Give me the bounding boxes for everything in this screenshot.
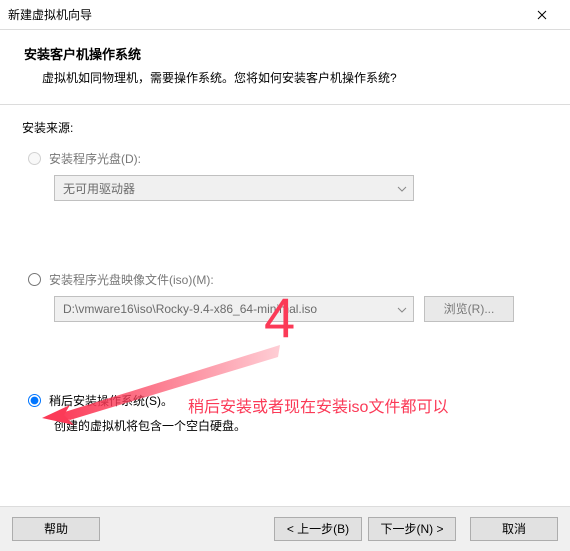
radio-later-label: 稍后安装操作系统(S) [49,392,173,409]
page-title: 安装客户机操作系统 [24,44,546,63]
chevron-down-icon [397,302,407,316]
iso-path-row: D:\vmware16\iso\Rocky-9.4-x86_64-minimal… [54,296,548,322]
disc-dropdown-row: 无可用驱动器 [54,175,548,201]
disc-dropdown[interactable]: 无可用驱动器 [54,175,414,201]
radio-iso[interactable] [28,273,41,286]
radio-iso-label: 安装程序光盘映像文件(iso)(M): [49,271,214,288]
close-icon [537,10,547,20]
iso-path-dropdown[interactable]: D:\vmware16\iso\Rocky-9.4-x86_64-minimal… [54,296,414,322]
back-button[interactable]: < 上一步(B) [274,517,362,541]
page-description: 虚拟机如同物理机，需要操作系统。您将如何安装客户机操作系统? [24,69,546,86]
next-button[interactable]: 下一步(N) > [368,517,456,541]
wizard-footer: 帮助 < 上一步(B) 下一步(N) > 取消 [0,506,570,551]
browse-button[interactable]: 浏览(R)... [424,296,514,322]
titlebar: 新建虚拟机向导 [0,0,570,30]
radio-disc-row: 安装程序光盘(D): [28,150,548,167]
radio-later[interactable] [28,394,41,407]
close-button[interactable] [522,1,562,29]
radio-disc-label: 安装程序光盘(D): [49,150,141,167]
annotation-text: 稍后安装或者现在安装iso文件都可以 [188,393,448,417]
help-button[interactable]: 帮助 [12,517,100,541]
wizard-header: 安装客户机操作系统 虚拟机如同物理机，需要操作系统。您将如何安装客户机操作系统? [0,30,570,105]
window-title: 新建虚拟机向导 [8,6,522,23]
chevron-down-icon [397,181,407,195]
annotation-number: 4 [264,290,295,346]
cancel-button[interactable]: 取消 [470,517,558,541]
disc-dropdown-value: 无可用驱动器 [63,180,135,197]
source-label: 安装来源: [22,119,548,136]
radio-disc[interactable] [28,152,41,165]
later-subtext: 创建的虚拟机将包含一个空白硬盘。 [54,417,548,434]
